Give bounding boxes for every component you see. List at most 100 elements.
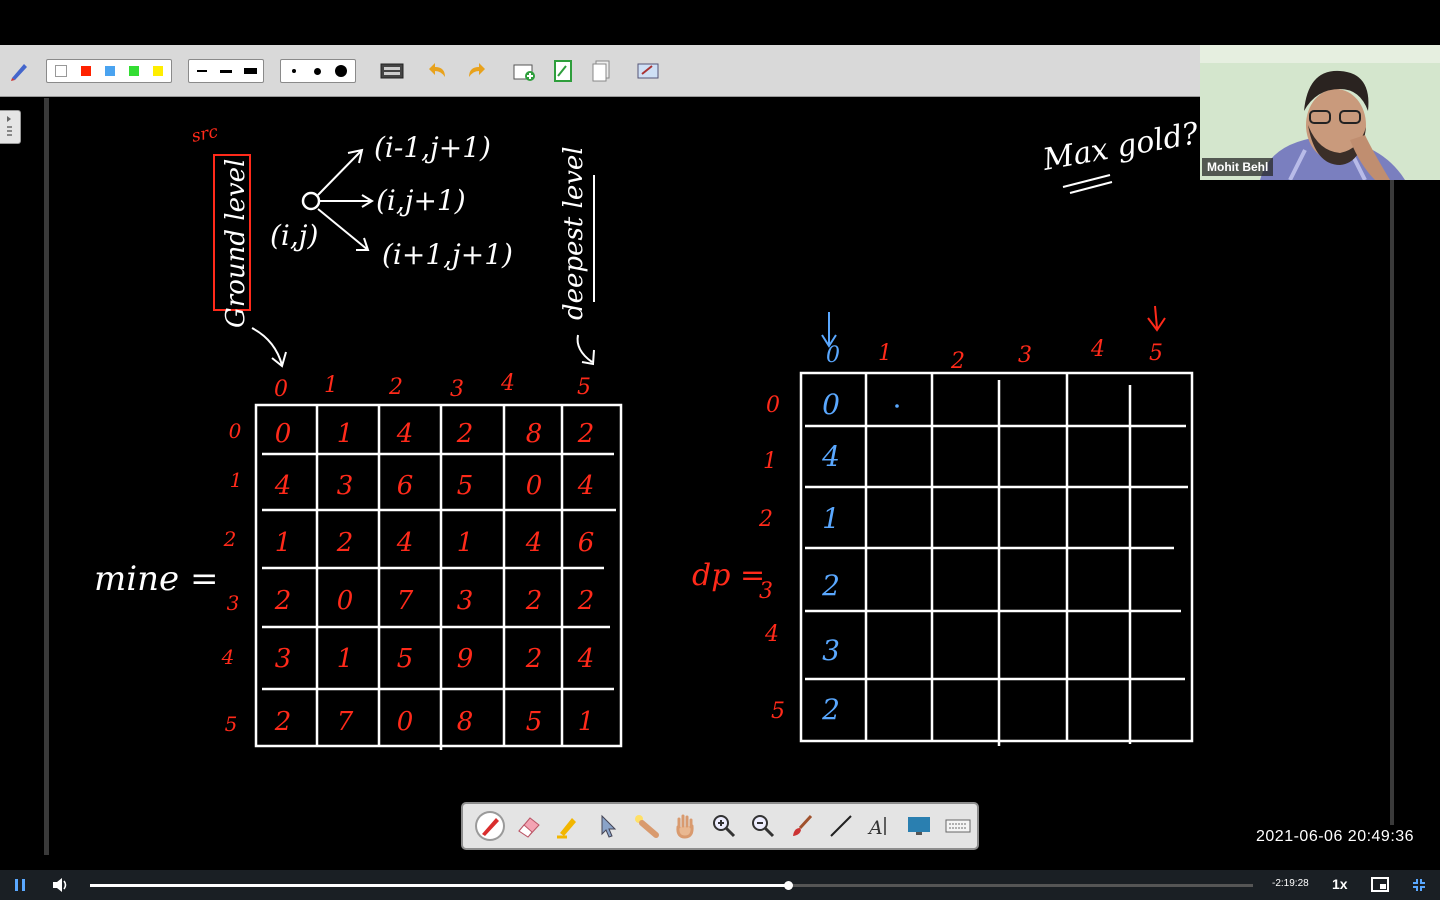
line-thick-option[interactable] [244, 68, 257, 74]
dot-small-option[interactable] [292, 69, 296, 73]
mine-cell-value: 0 [526, 471, 543, 501]
exit-fullscreen-icon[interactable] [1412, 878, 1426, 892]
laser-pointer-icon[interactable] [627, 808, 666, 844]
brush-icon[interactable] [782, 808, 821, 844]
line-width-picker [188, 59, 264, 83]
color-swatch-0[interactable] [55, 65, 67, 77]
dp-col-header: 4 [1090, 337, 1105, 362]
dp-row-header: 5 [771, 699, 785, 724]
dp-row-header: 1 [763, 449, 777, 474]
mine-row-header: 4 [221, 645, 235, 669]
deepest-level-label: deepest level [559, 146, 589, 320]
line-thin-option[interactable] [197, 70, 207, 72]
line-medium-option[interactable] [220, 69, 232, 73]
mine-cell-value: 2 [525, 644, 543, 674]
side-panel-toggle[interactable] [0, 110, 21, 144]
mine-row-header: 1 [230, 468, 243, 492]
dot-size-picker [280, 59, 356, 83]
arrow-up-right [317, 148, 364, 196]
whiteboard-toolbar [0, 45, 1200, 97]
zoom-in-icon[interactable] [705, 808, 744, 844]
max-gold-question: Max gold? [1039, 116, 1202, 178]
mine-cell-value: 1 [457, 528, 474, 558]
pages-icon[interactable] [587, 57, 615, 85]
dp-label: dp = [692, 558, 765, 593]
mine-cell-value: 4 [396, 419, 414, 449]
arrow-right [320, 194, 374, 208]
mine-cell-value: 8 [457, 707, 474, 737]
mine-cell-value: 2 [577, 586, 595, 616]
pen-dot [895, 404, 899, 408]
pointer-icon[interactable] [588, 808, 627, 844]
pan-hand-icon[interactable] [666, 808, 705, 844]
seek-bar[interactable] [90, 881, 1253, 890]
line-icon[interactable] [821, 808, 860, 844]
eraser-icon[interactable] [510, 808, 549, 844]
mine-cell-value: 6 [397, 471, 414, 501]
dp-cell-value: 2 [821, 693, 840, 726]
dp-row-header: 0 [766, 393, 780, 418]
dot-large-option[interactable] [335, 65, 347, 77]
max-underline [1062, 174, 1113, 194]
page-icon[interactable] [549, 57, 577, 85]
node-circle [301, 191, 321, 211]
video-player-bar: -2:19:28 1x [0, 870, 1440, 900]
mine-col-header: 0 [274, 377, 288, 402]
mine-cell-value: 4 [396, 528, 414, 558]
mine-cell-value: 3 [275, 644, 292, 674]
mine-cell-value: 6 [578, 528, 595, 558]
keyboard-icon[interactable] [938, 808, 977, 844]
chevron-right-icon [7, 116, 12, 136]
pause-icon[interactable] [13, 878, 27, 892]
color-swatch-3[interactable] [129, 66, 139, 76]
zoom-out-icon[interactable] [743, 808, 782, 844]
mine-cell-value: 2 [274, 707, 292, 737]
svg-text:A: A [867, 817, 883, 839]
mine-cell-value: 0 [275, 419, 292, 449]
move-down-label: (i+1,j+1) [382, 238, 513, 271]
highlighter-icon[interactable] [549, 808, 588, 844]
screen-icon[interactable] [899, 808, 938, 844]
dp-cell-value: 0 [822, 388, 840, 421]
deepest-arrow [576, 334, 595, 366]
pen-settings-icon[interactable] [5, 57, 33, 85]
mine-cell-value: 0 [397, 707, 414, 737]
mine-col-header: 4 [500, 371, 515, 396]
drawing-tools-bar: A [461, 802, 979, 850]
mine-row-header: 5 [225, 712, 238, 736]
color-swatch-2[interactable] [105, 66, 115, 76]
dp-col-header: 3 [1018, 343, 1032, 368]
screenshot-icon[interactable] [634, 57, 662, 85]
text-icon[interactable]: A [860, 808, 899, 844]
mine-cell-value: 2 [577, 419, 595, 449]
dot-medium-option[interactable] [314, 67, 321, 75]
move-up-label: (i-1,j+1) [374, 131, 491, 164]
dp-cell-value: 4 [821, 440, 840, 473]
keyboard-icon[interactable] [378, 57, 406, 85]
picture-in-picture-icon[interactable] [1371, 877, 1389, 892]
dp-row-header: 4 [764, 622, 779, 647]
mine-cell-value: 2 [525, 586, 543, 616]
mine-cell-value: 4 [577, 644, 595, 674]
mine-row-header: 3 [227, 591, 240, 615]
mine-row-header: 0 [229, 419, 242, 443]
dp-grid [799, 371, 1194, 746]
undo-icon[interactable] [424, 57, 452, 85]
mine-cell-value: 2 [336, 528, 354, 558]
pen-icon[interactable] [471, 808, 510, 844]
mine-cell-value: 7 [337, 707, 354, 737]
playback-speed-button[interactable]: 1x [1332, 876, 1348, 892]
color-swatch-1[interactable] [81, 66, 91, 76]
mine-cell-value: 2 [274, 586, 292, 616]
color-swatch-4[interactable] [153, 66, 163, 76]
add-page-icon[interactable] [510, 57, 538, 85]
mine-col-header: 3 [450, 377, 464, 402]
mine-cell-value: 7 [397, 586, 414, 616]
mine-cell-value: 4 [525, 528, 543, 558]
redo-icon[interactable] [462, 57, 490, 85]
dp-cell-value: 1 [822, 502, 840, 535]
seek-handle[interactable] [783, 881, 793, 890]
mine-cell-value: 1 [337, 644, 354, 674]
volume-icon[interactable] [52, 877, 70, 893]
presenter-name: Mohit Behl [1202, 158, 1274, 176]
